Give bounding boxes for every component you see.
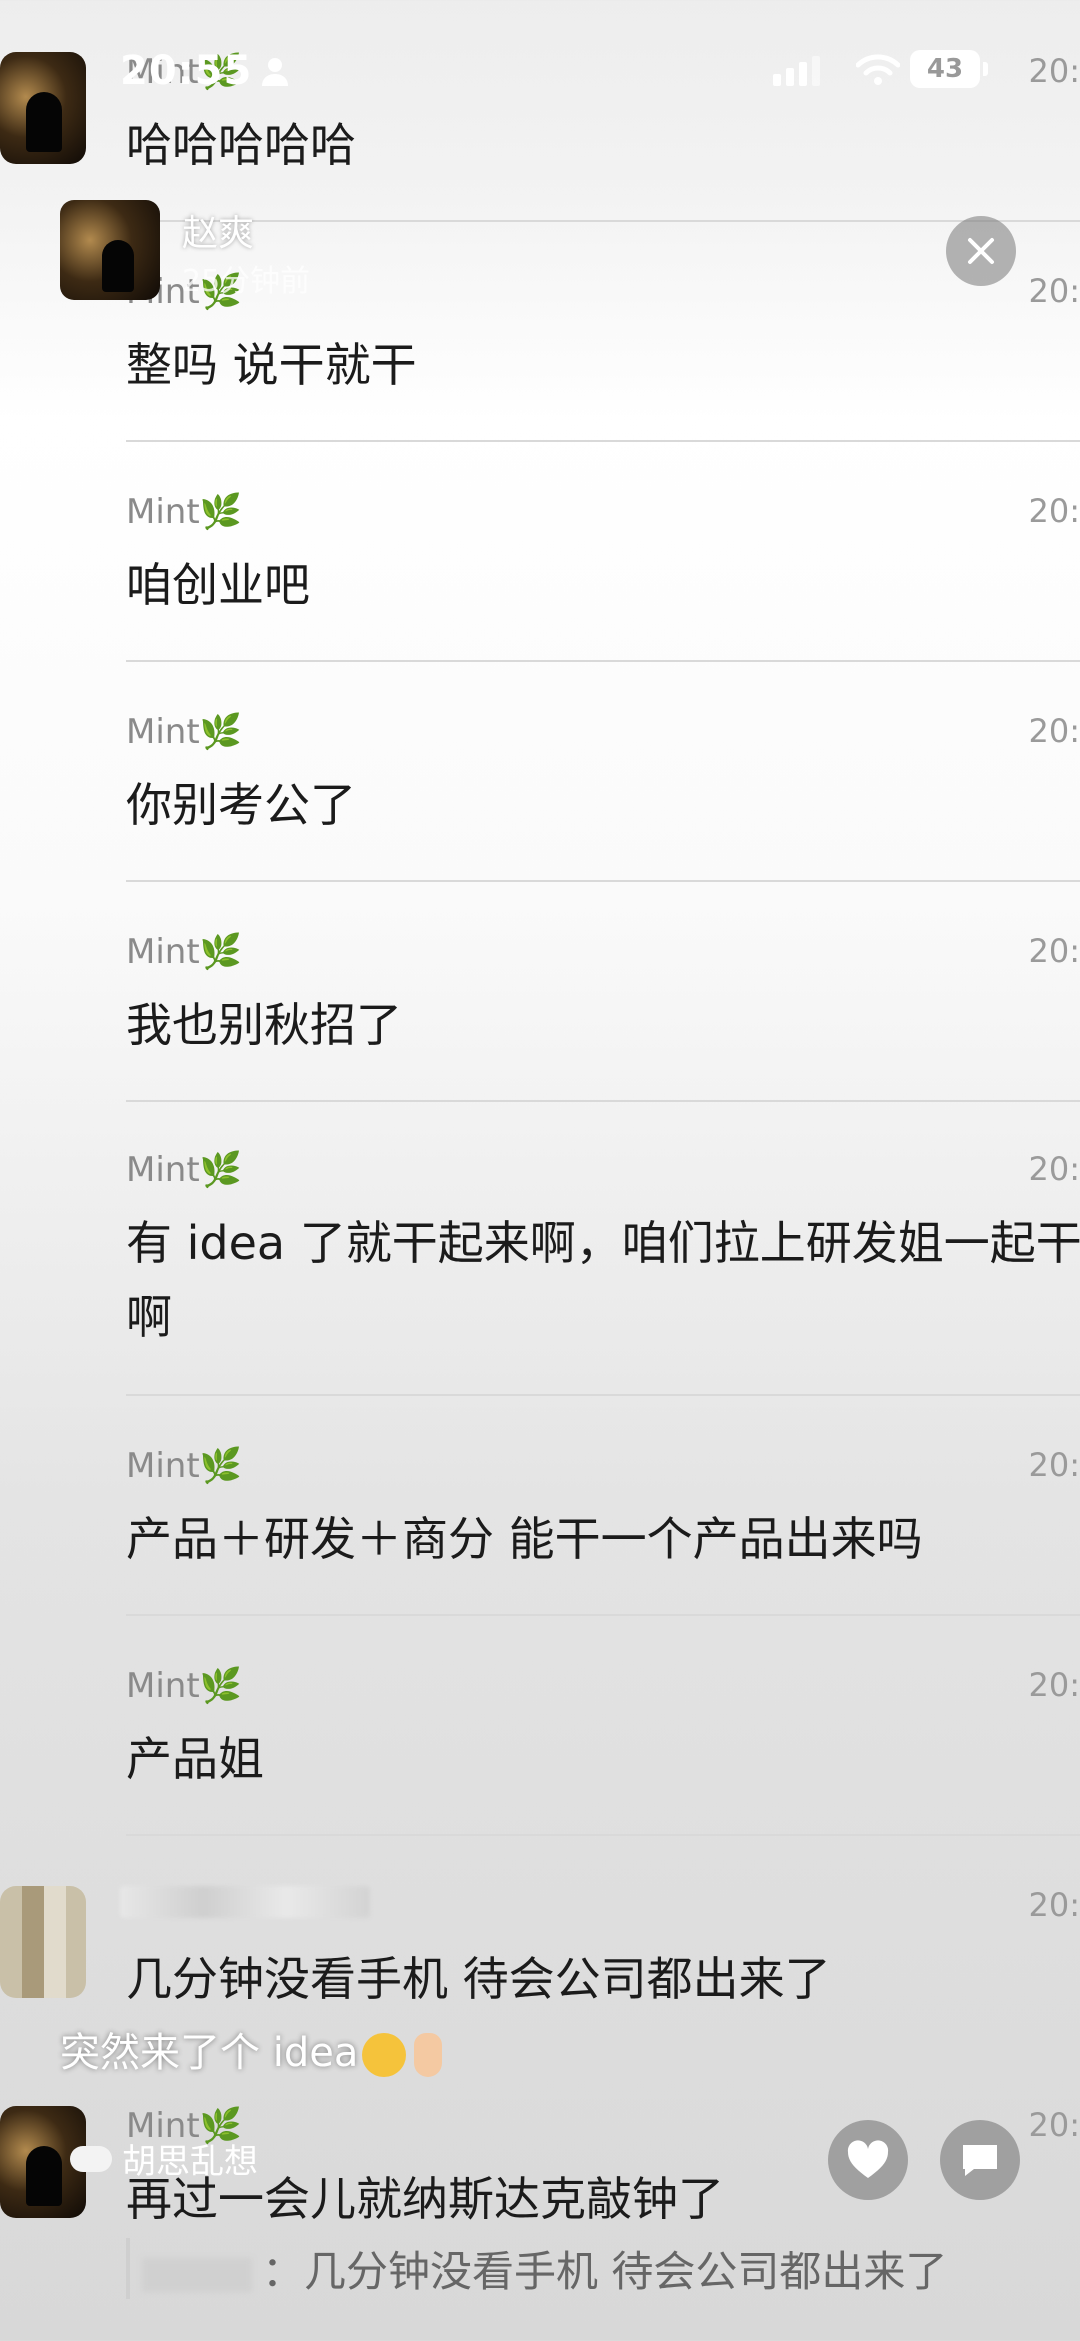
message-time: 20: [1028,1446,1080,1484]
avatar [0,1886,86,1998]
status-time: 20:55 [120,48,253,94]
author-name[interactable]: 赵爽 [182,204,254,256]
avatar [0,52,86,164]
pointing-up-emoji [414,2033,443,2077]
message-text: 你别考公了 [126,778,356,832]
divider [126,1394,1080,1396]
post-header: 赵爽 25分钟前 [60,200,1060,310]
leaf-icon: 🌿 [199,1666,243,1706]
message-time: 20: [1028,932,1080,970]
list-item[interactable]: Mint🌿 20: 产品姐 [0,1666,1080,1846]
list-item[interactable]: Mint🌿 20: 你别考公了 [0,712,1080,892]
author-avatar[interactable] [60,200,160,300]
message-text: 哈哈哈哈哈 [126,118,356,172]
sender-name: Mint🌿 [126,712,243,752]
message-time: 20: [1028,2106,1080,2144]
leaf-icon: 🌿 [199,712,243,752]
person-icon [260,56,290,92]
comment-button[interactable] [940,2120,1020,2200]
divider [126,880,1080,882]
leaf-icon: 🌿 [199,492,243,532]
message-text: 有 idea 了就干起来啊，咱们拉上研发姐一起干啊 [126,1216,1080,1344]
leaf-icon: 🌿 [199,1446,243,1486]
topic-tag[interactable]: 胡思乱想 [70,2134,258,2183]
status-bar: 20:55 43 [120,48,1080,108]
quoted-sender-blurred [142,2257,252,2292]
wifi-icon [855,54,901,90]
sender-name: Mint🌿 [126,1666,243,1706]
list-item[interactable]: Mint🌿 20: 有 idea 了就干起来啊，咱们拉上研发姐一起干啊 [0,1150,1080,1400]
sender-name: Mint🌿 [126,932,243,972]
message-time: 20: [1028,1886,1080,1924]
message-time: 20: [1028,492,1080,530]
message-text: 我也别秋招了 [126,998,402,1052]
message-text: 再过一会儿就纳斯达克敲钟了 [126,2172,724,2226]
divider [126,440,1080,442]
nerd-face-emoji [362,2033,407,2077]
message-text: 产品＋研发＋商分 能干一个产品出来吗 [126,1512,923,1566]
signal-icon [773,56,820,86]
message-time: 20: [1028,1150,1080,1188]
divider [126,1614,1080,1616]
message-text: 整吗 说干就干 [126,338,417,392]
cloud-icon [70,2145,112,2172]
sender-name-blurred [120,1886,370,1918]
sender-name: Mint🌿 [126,492,243,532]
divider [126,660,1080,662]
message-time: 20: [1028,1666,1080,1704]
comment-icon [963,2145,997,2176]
like-button[interactable] [828,2120,908,2200]
close-button[interactable] [946,216,1016,286]
post-caption: 突然来了个 idea [60,2020,443,2078]
message-text: 产品姐 [126,1732,264,1786]
list-item[interactable]: Mint🌿 20: 我也别秋招了 [0,932,1080,1112]
divider [126,1100,1080,1102]
heart-icon [847,2140,889,2178]
leaf-icon: 🌿 [199,1150,243,1190]
list-item[interactable]: Mint🌿 20: 产品＋研发＋商分 能干一个产品出来吗 [0,1446,1080,1626]
close-icon [968,238,994,264]
leaf-icon: 🌿 [199,932,243,972]
sender-name: Mint🌿 [126,1446,243,1486]
message-time: 20: [1028,712,1080,750]
message-text: 几分钟没看手机 待会公司都出来了 [126,1952,831,2006]
sender-name: Mint🌿 [126,1150,243,1190]
divider [126,1834,1080,1836]
list-item[interactable]: Mint🌿 20: 咱创业吧 [0,492,1080,672]
message-text: 咱创业吧 [126,558,310,612]
quoted-message: ：几分钟没看手机 待会公司都出来了 [126,2238,947,2299]
post-time: 25分钟前 [182,264,311,299]
battery-icon: 43 [910,50,988,88]
